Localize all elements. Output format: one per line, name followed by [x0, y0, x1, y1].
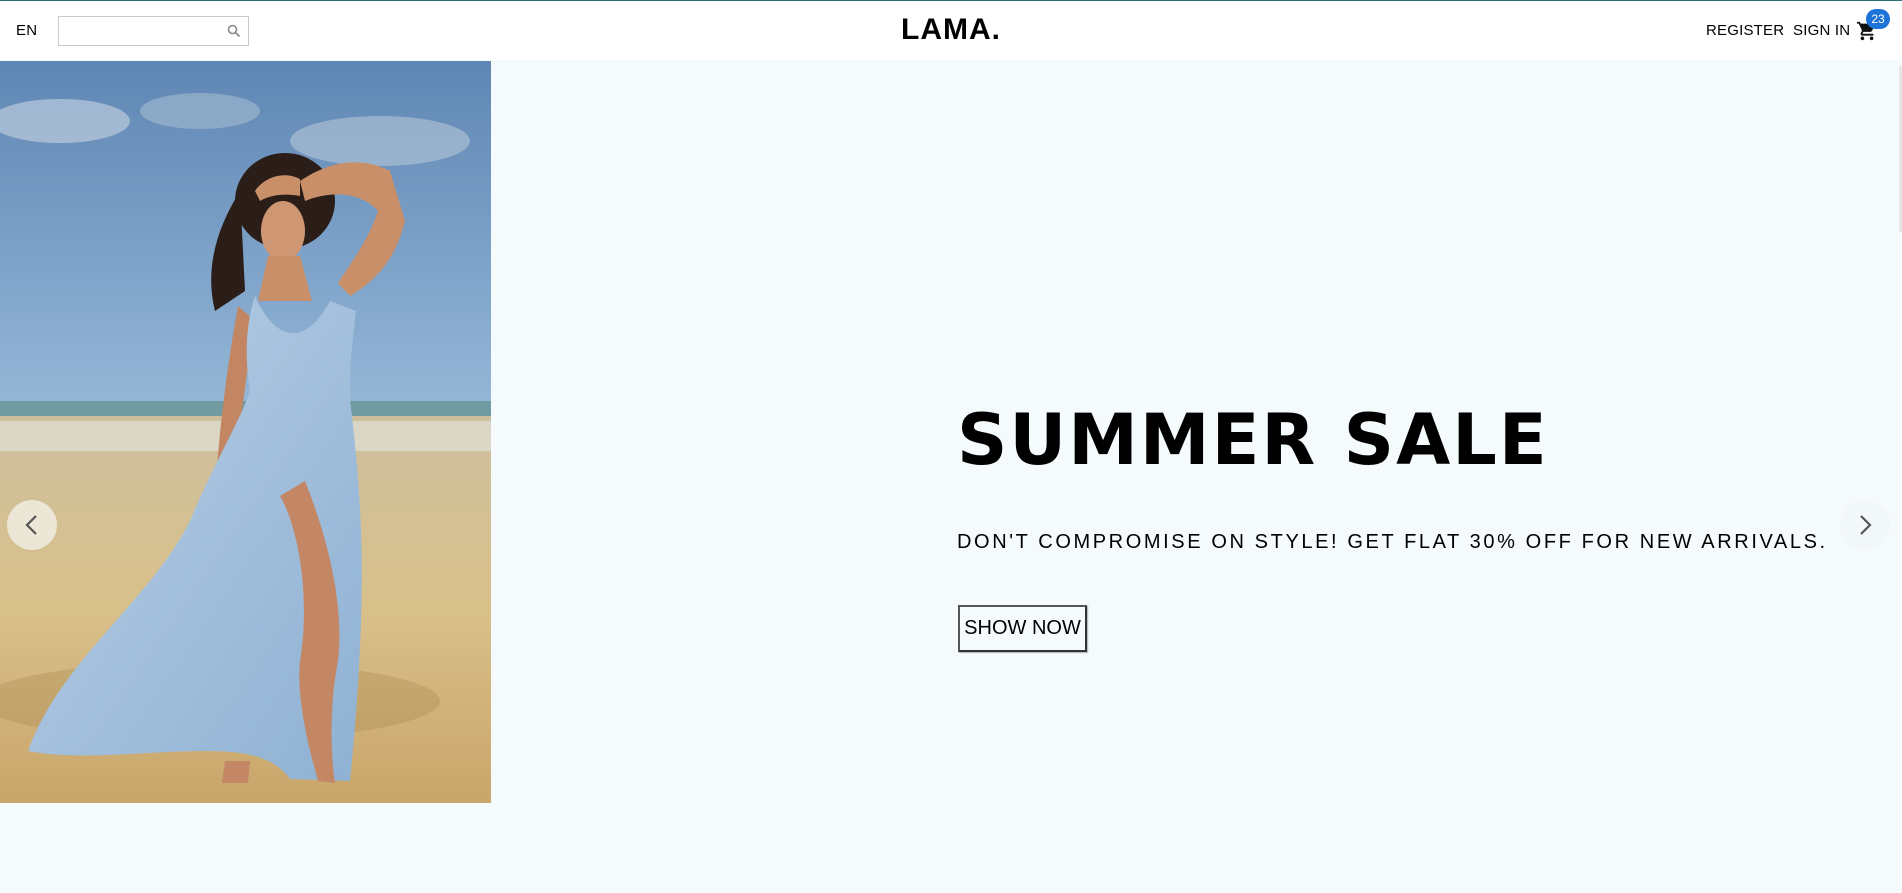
search-icon[interactable]: [227, 24, 241, 38]
slider-next-button[interactable]: [1840, 500, 1890, 550]
hero-slider: SUMMER SALE DON'T COMPROMISE ON STYLE! G…: [0, 61, 1902, 893]
search-input[interactable]: [59, 18, 219, 44]
logo-wrap: LAMA.: [0, 13, 1902, 47]
slide-title: SUMMER SALE: [957, 399, 1549, 481]
chevron-left-icon: [25, 515, 37, 535]
show-now-button[interactable]: SHOW NOW: [958, 605, 1087, 652]
language-selector[interactable]: EN: [16, 22, 37, 39]
register-link[interactable]: REGISTER: [1706, 22, 1784, 39]
woman-in-blue-dress-on-beach-photo: [0, 61, 491, 803]
slider-prev-button[interactable]: [7, 500, 57, 550]
cart-button[interactable]: 23: [1856, 9, 1890, 44]
search-container: [58, 16, 249, 46]
hero-image: [0, 61, 491, 803]
navbar: EN LAMA. REGISTER SIGN IN 23: [0, 1, 1902, 60]
slide-description: DON'T COMPROMISE ON STYLE! GET FLAT 30% …: [957, 531, 1828, 553]
sign-in-link[interactable]: SIGN IN: [1793, 22, 1850, 39]
logo[interactable]: LAMA.: [901, 13, 1001, 46]
chevron-right-icon: [1860, 515, 1872, 535]
cart-count-badge: 23: [1866, 9, 1890, 29]
